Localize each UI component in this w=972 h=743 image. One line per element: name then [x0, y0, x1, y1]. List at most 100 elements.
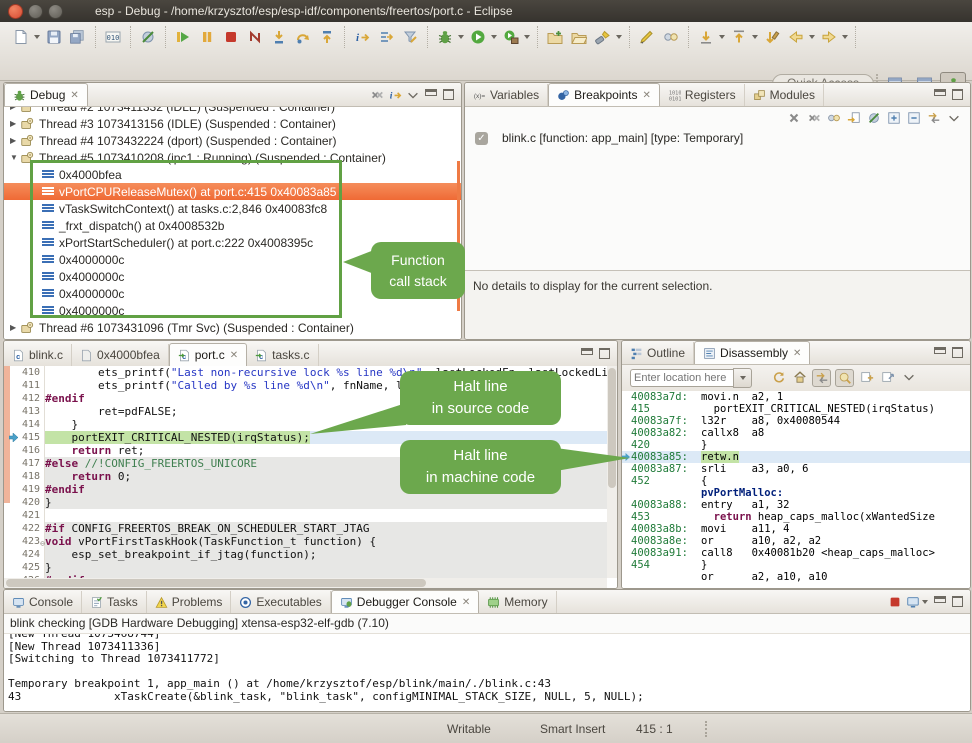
tab-registers[interactable]: 10100101Registers — [660, 84, 745, 106]
console-output[interactable]: [New Thread 1073468744][New Thread 10734… — [4, 633, 970, 711]
breakpoint-checkbox[interactable]: ✓ — [475, 132, 488, 145]
disassembly-row[interactable]: 40083a7d:movi.n a2, 1 — [622, 391, 970, 403]
save-button[interactable] — [43, 26, 65, 48]
previous-annotation-button[interactable] — [728, 26, 750, 48]
disassembly-row[interactable]: 452{ — [622, 475, 970, 487]
disassembly-row[interactable]: or a2, a10, a10 — [622, 571, 970, 583]
refresh-button[interactable] — [770, 369, 787, 385]
terminate-button[interactable] — [220, 26, 242, 48]
editor-tab-0x4000bfea[interactable]: 0x4000bfea — [72, 344, 169, 366]
debug-button-dropdown[interactable] — [458, 35, 464, 39]
tab-close-icon[interactable]: ✕ — [643, 90, 651, 101]
minimize-button[interactable] — [931, 594, 948, 610]
minimize-button[interactable] — [578, 346, 595, 362]
code-line[interactable]: } — [45, 561, 607, 574]
tab-problems[interactable]: Problems — [147, 591, 232, 613]
tree-expander-icon[interactable]: ▶ — [10, 107, 20, 111]
previous-annotation-button-dropdown[interactable] — [752, 35, 758, 39]
track-expression-toggle[interactable] — [835, 369, 854, 387]
new-project-button[interactable] — [544, 26, 566, 48]
tab-close-icon[interactable]: ✕ — [70, 90, 78, 101]
location-input[interactable] — [630, 369, 733, 387]
code-line[interactable]: #if CONFIG_FREERTOS_BREAK_ON_SCHEDULER_S… — [45, 522, 607, 535]
maximize-button[interactable] — [949, 345, 966, 361]
tab-executables[interactable]: Executables — [231, 591, 330, 613]
display-selected-console-button[interactable] — [904, 594, 921, 610]
go-to-file-for-breakpoint-button[interactable] — [845, 110, 862, 126]
tab-variables[interactable]: (x)=Variables — [465, 84, 548, 106]
tab-debugger-console[interactable]: Debugger Console✕ — [331, 590, 479, 613]
new-wizard-button-dropdown[interactable] — [34, 35, 40, 39]
forward-button[interactable] — [818, 26, 840, 48]
next-annotation-button-dropdown[interactable] — [719, 35, 725, 39]
tab-disassembly[interactable]: Disassembly✕ — [694, 341, 810, 364]
back-button-dropdown[interactable] — [809, 35, 815, 39]
disassembly-row[interactable]: pvPortMalloc: — [622, 487, 970, 499]
search-button-dropdown[interactable] — [616, 35, 622, 39]
editor-tab-tasksc[interactable]: ctasks.c — [247, 344, 318, 366]
tab-close-icon[interactable]: ✕ — [230, 350, 238, 361]
minimize-button[interactable] — [422, 87, 439, 103]
skip-all-breakpoints-toggle[interactable] — [865, 110, 882, 126]
debug-tree-row[interactable]: ▶Thread #3 1073413156 (IDLE) (Suspended … — [4, 115, 461, 132]
back-button[interactable] — [785, 26, 807, 48]
home-button[interactable] — [791, 369, 808, 385]
skip-all-breakpoints-button[interactable] — [137, 26, 159, 48]
tree-expander-icon[interactable]: ▶ — [10, 119, 20, 128]
run-button-dropdown[interactable] — [491, 35, 497, 39]
pin-view-button[interactable] — [879, 369, 896, 385]
tab-debug[interactable]: Debug ✕ — [4, 83, 88, 106]
resume-button[interactable] — [172, 26, 194, 48]
tree-expander-icon[interactable]: ▶ — [10, 323, 20, 332]
toggle-mark-occurrences-button[interactable] — [636, 26, 658, 48]
tab-outline[interactable]: Outline — [622, 342, 694, 364]
expand-all-button[interactable] — [885, 110, 902, 126]
editor-vertical-scrollbar[interactable] — [607, 366, 617, 578]
next-annotation-button[interactable] — [695, 26, 717, 48]
tab-breakpoints[interactable]: Breakpoints✕ — [548, 83, 660, 106]
tab-modules[interactable]: Modules — [745, 84, 824, 106]
breakpoint-item[interactable]: ✓ blink.c [function: app_main] [type: Te… — [475, 131, 743, 145]
tab-memory[interactable]: Memory — [479, 591, 556, 613]
location-dropdown-button[interactable] — [733, 368, 752, 388]
forward-button-dropdown[interactable] — [842, 35, 848, 39]
terminate-console-button[interactable] — [886, 594, 903, 610]
tab-close-icon[interactable]: ✕ — [462, 597, 470, 608]
step-into-button[interactable] — [268, 26, 290, 48]
disassembly-row[interactable]: 415 portEXIT_CRITICAL_NESTED(irqStatus) — [622, 403, 970, 415]
tree-expander-icon[interactable]: ▶ — [10, 136, 20, 145]
tab-tasks[interactable]: Tasks — [82, 591, 147, 613]
view-menu-button[interactable] — [945, 110, 962, 126]
disassembly-row[interactable]: 40083a85:retw.n — [622, 451, 970, 463]
save-all-button[interactable] — [67, 26, 89, 48]
code-line[interactable]: void vPortFirstTaskHook(TaskFunction_t f… — [45, 535, 607, 548]
open-new-view-button[interactable] — [858, 369, 875, 385]
editor-horizontal-scrollbar[interactable] — [4, 578, 607, 588]
code-line[interactable] — [45, 509, 607, 522]
debug-tree-row[interactable]: ▶Thread #4 1073432224 (dport) (Suspended… — [4, 132, 461, 149]
disassembly-row[interactable]: 40083a91:call8 0x40081b20 <heap_caps_mal… — [622, 547, 970, 559]
window-minimize-button[interactable] — [28, 4, 43, 19]
open-element-button[interactable] — [568, 26, 590, 48]
maximize-button[interactable] — [440, 87, 457, 103]
disassembly-row[interactable]: 40083a87:srli a3, a0, 6 — [622, 463, 970, 475]
view-menu-button[interactable] — [900, 369, 917, 385]
disassembly-row[interactable]: 40083a82:callx8 a8 — [622, 427, 970, 439]
disassembly-row[interactable]: 40083a88:entry a1, 32 — [622, 499, 970, 511]
disassembly-row[interactable]: 420} — [622, 439, 970, 451]
remove-all-terminated-button[interactable] — [368, 87, 385, 103]
step-return-button[interactable] — [316, 26, 338, 48]
debug-tree-row[interactable]: ▶Thread #6 1073431096 (Tmr Svc) (Suspend… — [4, 319, 461, 336]
link-with-debug-view-button[interactable] — [925, 110, 942, 126]
window-maximize-button[interactable] — [48, 4, 63, 19]
disassembly-row[interactable]: 40083a8b:movi a11, 4 — [622, 523, 970, 535]
code-line[interactable]: } — [45, 496, 607, 509]
code-line[interactable]: esp_set_breakpoint_if_jtag(function); — [45, 548, 607, 561]
disassembly-row[interactable]: 40083a7f:l32r a8, 0x40080544 — [622, 415, 970, 427]
window-close-button[interactable] — [8, 4, 23, 19]
external-tools-button-dropdown[interactable] — [524, 35, 530, 39]
minimize-button[interactable] — [931, 345, 948, 361]
toggle-block-selection-button[interactable] — [660, 26, 682, 48]
suspend-button[interactable] — [196, 26, 218, 48]
debug-tree-row[interactable]: ▶Thread #2 1073411332 (IDLE) (Suspended … — [4, 107, 461, 115]
